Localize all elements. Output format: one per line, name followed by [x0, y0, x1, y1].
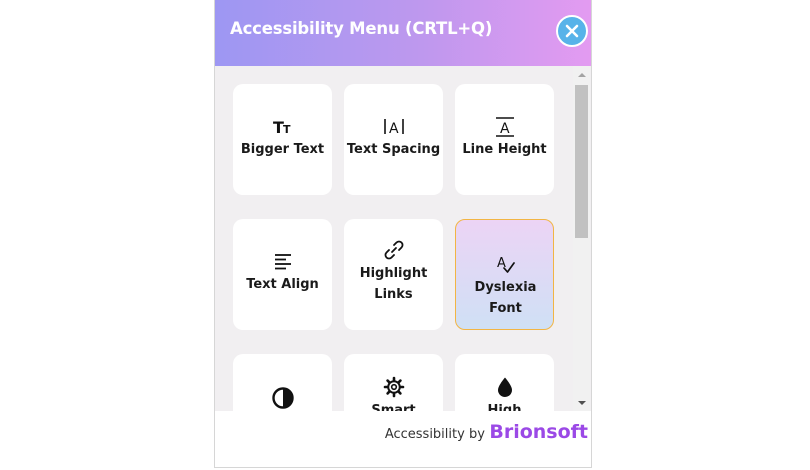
- feature-card-text-spacing[interactable]: A Text Spacing: [344, 84, 443, 195]
- contrast-icon: [233, 386, 332, 409]
- line-height-icon: A: [455, 116, 554, 138]
- attribution: Accessibility by Brionsoft: [385, 421, 588, 443]
- svg-text:T: T: [283, 123, 291, 136]
- feature-label: Text Spacing: [346, 142, 441, 157]
- brand-link[interactable]: Brionsoft: [489, 421, 588, 443]
- feature-card-highlight-links[interactable]: Highlight Links: [344, 219, 443, 330]
- feature-label: Dyslexia Font: [474, 280, 537, 316]
- close-icon: [565, 24, 579, 38]
- feature-card-line-height[interactable]: A Line Height: [455, 84, 554, 195]
- feature-label-line-1: Highlight: [359, 266, 428, 281]
- feature-card-dyslexia-font[interactable]: A Dyslexia Font: [455, 219, 554, 330]
- attribution-prefix: Accessibility by: [384, 427, 485, 442]
- feature-card-contrast[interactable]: [233, 354, 332, 411]
- panel-title: Accessibility Menu (CRTL+Q): [230, 19, 493, 38]
- spell-check-icon: A: [456, 254, 555, 276]
- feature-card-text-align[interactable]: Text Align: [233, 219, 332, 330]
- scrollbar-thumb[interactable]: [575, 85, 588, 238]
- svg-text:A: A: [500, 121, 510, 137]
- text-size-icon: T T: [233, 117, 332, 139]
- panel-header: Accessibility Menu (CRTL+Q): [215, 0, 591, 66]
- accessibility-panel: Accessibility Menu (CRTL+Q) T T Bigger T…: [214, 0, 592, 468]
- drop-icon: [455, 376, 554, 398]
- features-grid: T T Bigger Text A Text Spacing A Line He…: [215, 66, 591, 411]
- svg-text:A: A: [389, 121, 399, 137]
- feature-card-high[interactable]: High: [455, 354, 554, 411]
- scroll-down-arrow[interactable]: [573, 394, 590, 411]
- feature-card-smart[interactable]: Smart: [344, 354, 443, 411]
- feature-label-line-2: Links: [374, 287, 413, 302]
- feature-label: High: [487, 403, 522, 411]
- panel-footer: Accessibility by Brionsoft: [215, 411, 591, 467]
- text-spacing-icon: A: [344, 117, 443, 139]
- feature-card-bigger-text[interactable]: T T Bigger Text: [233, 84, 332, 195]
- scroll-up-arrow[interactable]: [573, 66, 590, 83]
- vertical-scrollbar[interactable]: [573, 66, 590, 411]
- link-icon: [344, 239, 443, 261]
- feature-label: Line Height: [462, 142, 547, 157]
- feature-label: Text Align: [246, 277, 319, 292]
- feature-label: Bigger Text: [240, 142, 325, 157]
- close-button[interactable]: [556, 15, 588, 47]
- gear-icon: [344, 376, 443, 398]
- feature-label: Smart: [371, 403, 416, 411]
- align-left-icon: [233, 251, 332, 273]
